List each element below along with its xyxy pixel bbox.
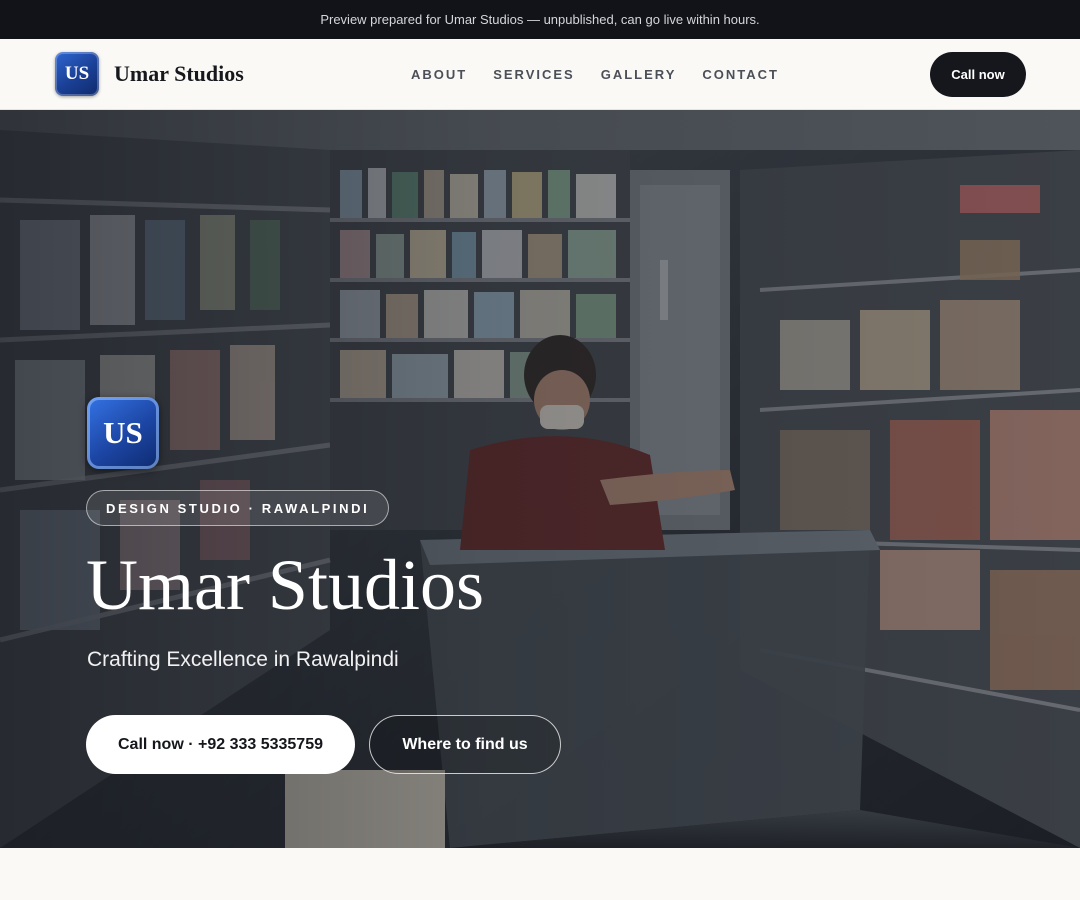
preview-banner: Preview prepared for Umar Studios — unpu… [0,0,1080,39]
nav-link-about[interactable]: ABOUT [411,67,467,82]
brand-name: Umar Studios [114,61,244,86]
header-call-button[interactable]: Call now [930,52,1026,97]
brand-logo-initials: US [64,63,90,84]
preview-banner-text: Preview prepared for Umar Studios — unpu… [320,12,760,27]
hero-tagline-text: DESIGN STUDIO · RAWALPINDI [106,500,370,516]
hero-logo-initials: US [103,415,143,450]
hero-logo: US [87,397,159,469]
hero-call-button[interactable]: Call now · +92 333 5335759 [86,715,355,774]
nav-link-services[interactable]: SERVICES [493,67,575,82]
hero-title: Umar Studios [86,545,485,625]
hero-subtitle: Crafting Excellence in Rawalpindi [87,648,399,671]
hero-find-us-button[interactable]: Where to find us [369,715,561,774]
nav-link-gallery[interactable]: GALLERY [601,67,677,82]
below-fold-section [0,848,1080,900]
nav-link-contact[interactable]: CONTACT [702,67,779,82]
main-nav: ABOUT SERVICES GALLERY CONTACT [411,39,805,109]
hero-tagline-badge: DESIGN STUDIO · RAWALPINDI [86,490,390,526]
site-header: US Umar Studios ABOUT SERVICES GALLERY C… [0,39,1080,110]
brand[interactable]: US Umar Studios [55,52,244,96]
hero-section: US DESIGN STUDIO · RAWALPINDI Umar Studi… [0,110,1080,848]
brand-logo: US [55,52,99,96]
